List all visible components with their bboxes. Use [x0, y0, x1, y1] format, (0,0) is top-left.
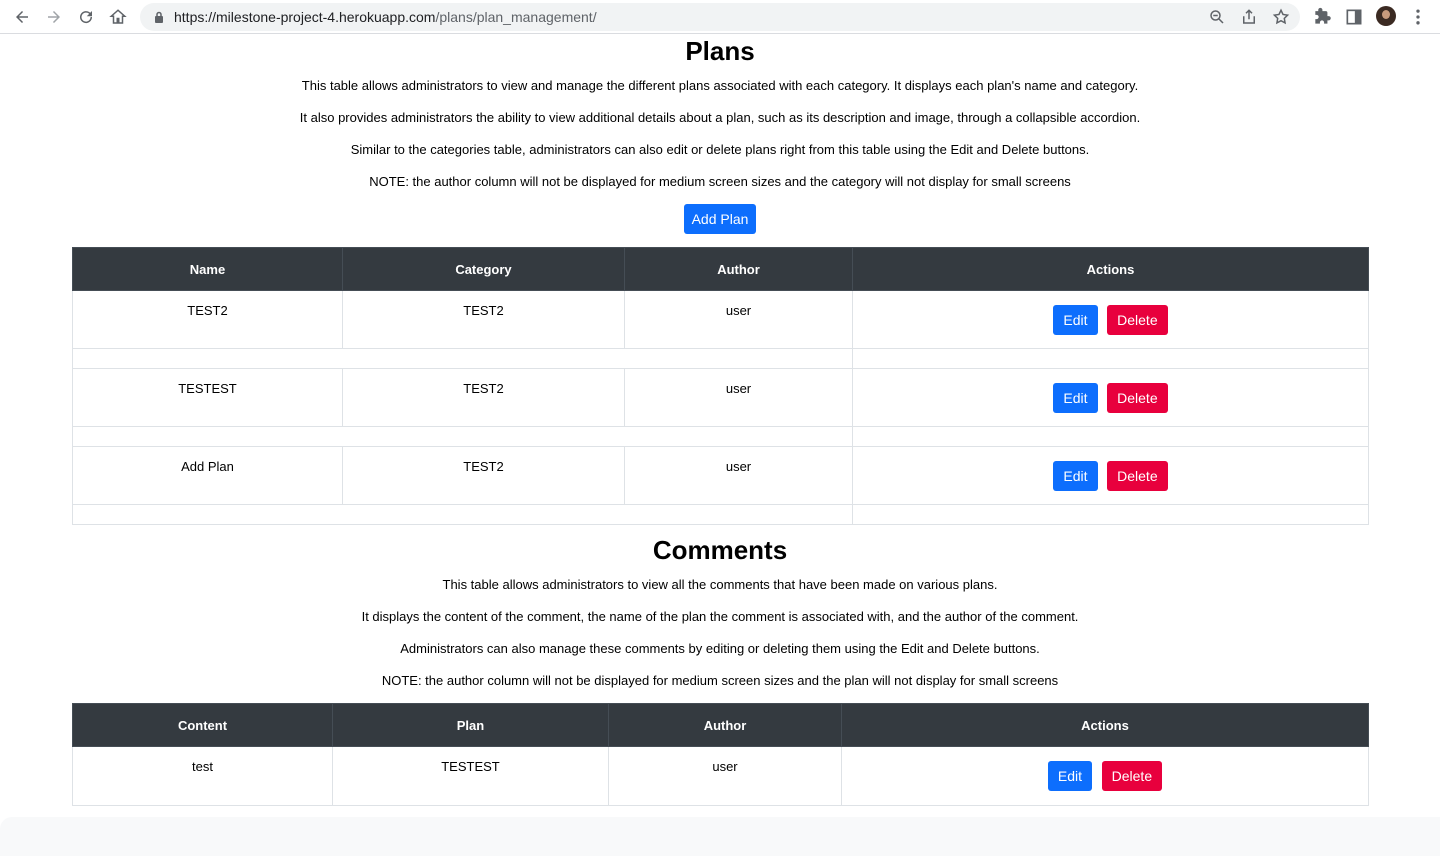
plans-paragraph: This table allows administrators to view…: [301, 78, 1139, 93]
comment-actions: Edit Delete: [841, 746, 1369, 806]
plans-paragraph: NOTE: the author column will not be disp…: [369, 174, 1071, 189]
menu-kebab-icon[interactable]: [1408, 7, 1428, 27]
table-row[interactable]: test TESTEST user Edit Delete: [72, 746, 1369, 806]
plan-actions: Edit Delete: [852, 446, 1369, 505]
plans-paragraph: It also provides administrators the abil…: [299, 110, 1141, 125]
page-footer: [0, 817, 1440, 856]
share-icon[interactable]: [1240, 8, 1258, 26]
plan-name: TESTEST: [72, 368, 343, 427]
accordion-row[interactable]: [72, 504, 1369, 525]
plans-table: Name Category Author Actions TEST2 TEST2…: [72, 247, 1369, 525]
url-text: https://milestone-project-4.herokuapp.co…: [174, 9, 597, 25]
edit-button[interactable]: Edit: [1053, 460, 1098, 491]
column-header-content: Content: [72, 703, 333, 747]
back-icon[interactable]: [10, 5, 34, 29]
accordion-row[interactable]: [72, 426, 1369, 447]
delete-button[interactable]: Delete: [1107, 460, 1168, 491]
comment-plan: TESTEST: [332, 746, 609, 806]
column-header-name: Name: [72, 247, 343, 291]
zoom-icon[interactable]: [1208, 8, 1226, 26]
comments-paragraph: This table allows administrators to view…: [442, 577, 998, 592]
comments-paragraph: NOTE: the author column will not be disp…: [381, 673, 1059, 688]
plans-description: This table allows administrators to view…: [0, 78, 1440, 190]
plan-category: TEST2: [342, 368, 625, 427]
delete-button[interactable]: Delete: [1107, 304, 1168, 335]
comments-paragraph: It displays the content of the comment, …: [361, 609, 1079, 624]
plan-name: TEST2: [72, 290, 343, 349]
plan-author: user: [624, 368, 853, 427]
column-header-author: Author: [624, 247, 853, 291]
plan-author: user: [624, 446, 853, 505]
table-row[interactable]: Add Plan TEST2 user Edit Delete: [72, 446, 1369, 505]
column-header-plan: Plan: [332, 703, 609, 747]
address-bar[interactable]: https://milestone-project-4.herokuapp.co…: [140, 3, 1300, 31]
side-panel-icon[interactable]: [1344, 7, 1364, 27]
browser-toolbar: https://milestone-project-4.herokuapp.co…: [0, 0, 1440, 34]
comments-table-header: Content Plan Author Actions: [72, 703, 1369, 747]
lock-icon: [155, 11, 163, 23]
delete-button[interactable]: Delete: [1107, 382, 1168, 413]
accordion-row[interactable]: [72, 348, 1369, 369]
column-header-actions: Actions: [841, 703, 1369, 747]
edit-button[interactable]: Edit: [1053, 382, 1098, 413]
plans-paragraph: Similar to the categories table, adminis…: [350, 142, 1090, 157]
column-header-author: Author: [608, 703, 842, 747]
reload-icon[interactable]: [74, 5, 98, 29]
table-row[interactable]: TESTEST TEST2 user Edit Delete: [72, 368, 1369, 427]
edit-button[interactable]: Edit: [1053, 304, 1098, 335]
forward-icon[interactable]: [42, 5, 66, 29]
star-icon[interactable]: [1272, 8, 1290, 26]
plan-category: TEST2: [342, 290, 625, 349]
plan-name: Add Plan: [72, 446, 343, 505]
comment-author: user: [608, 746, 842, 806]
comments-table: Content Plan Author Actions test TESTEST…: [72, 703, 1369, 806]
plan-actions: Edit Delete: [852, 368, 1369, 427]
profile-avatar[interactable]: [1376, 6, 1396, 26]
plan-actions: Edit Delete: [852, 290, 1369, 349]
comments-paragraph: Administrators can also manage these com…: [400, 641, 1040, 656]
edit-button[interactable]: Edit: [1047, 761, 1093, 791]
plan-author: user: [624, 290, 853, 349]
comment-content: test: [72, 746, 333, 806]
column-header-actions: Actions: [852, 247, 1369, 291]
plans-title: Plans: [685, 36, 755, 66]
plan-category: TEST2: [342, 446, 625, 505]
table-row[interactable]: TEST2 TEST2 user Edit Delete: [72, 290, 1369, 349]
extensions-icon[interactable]: [1312, 7, 1332, 27]
comments-title: Comments: [652, 535, 788, 565]
delete-button[interactable]: Delete: [1101, 761, 1163, 791]
page-content: Plans This table allows administrators t…: [0, 34, 1440, 817]
plans-table-header: Name Category Author Actions: [72, 247, 1369, 291]
add-plan-button[interactable]: Add Plan: [684, 204, 756, 234]
column-header-category: Category: [342, 247, 625, 291]
comments-description: This table allows administrators to view…: [0, 577, 1440, 689]
home-icon[interactable]: [106, 5, 130, 29]
